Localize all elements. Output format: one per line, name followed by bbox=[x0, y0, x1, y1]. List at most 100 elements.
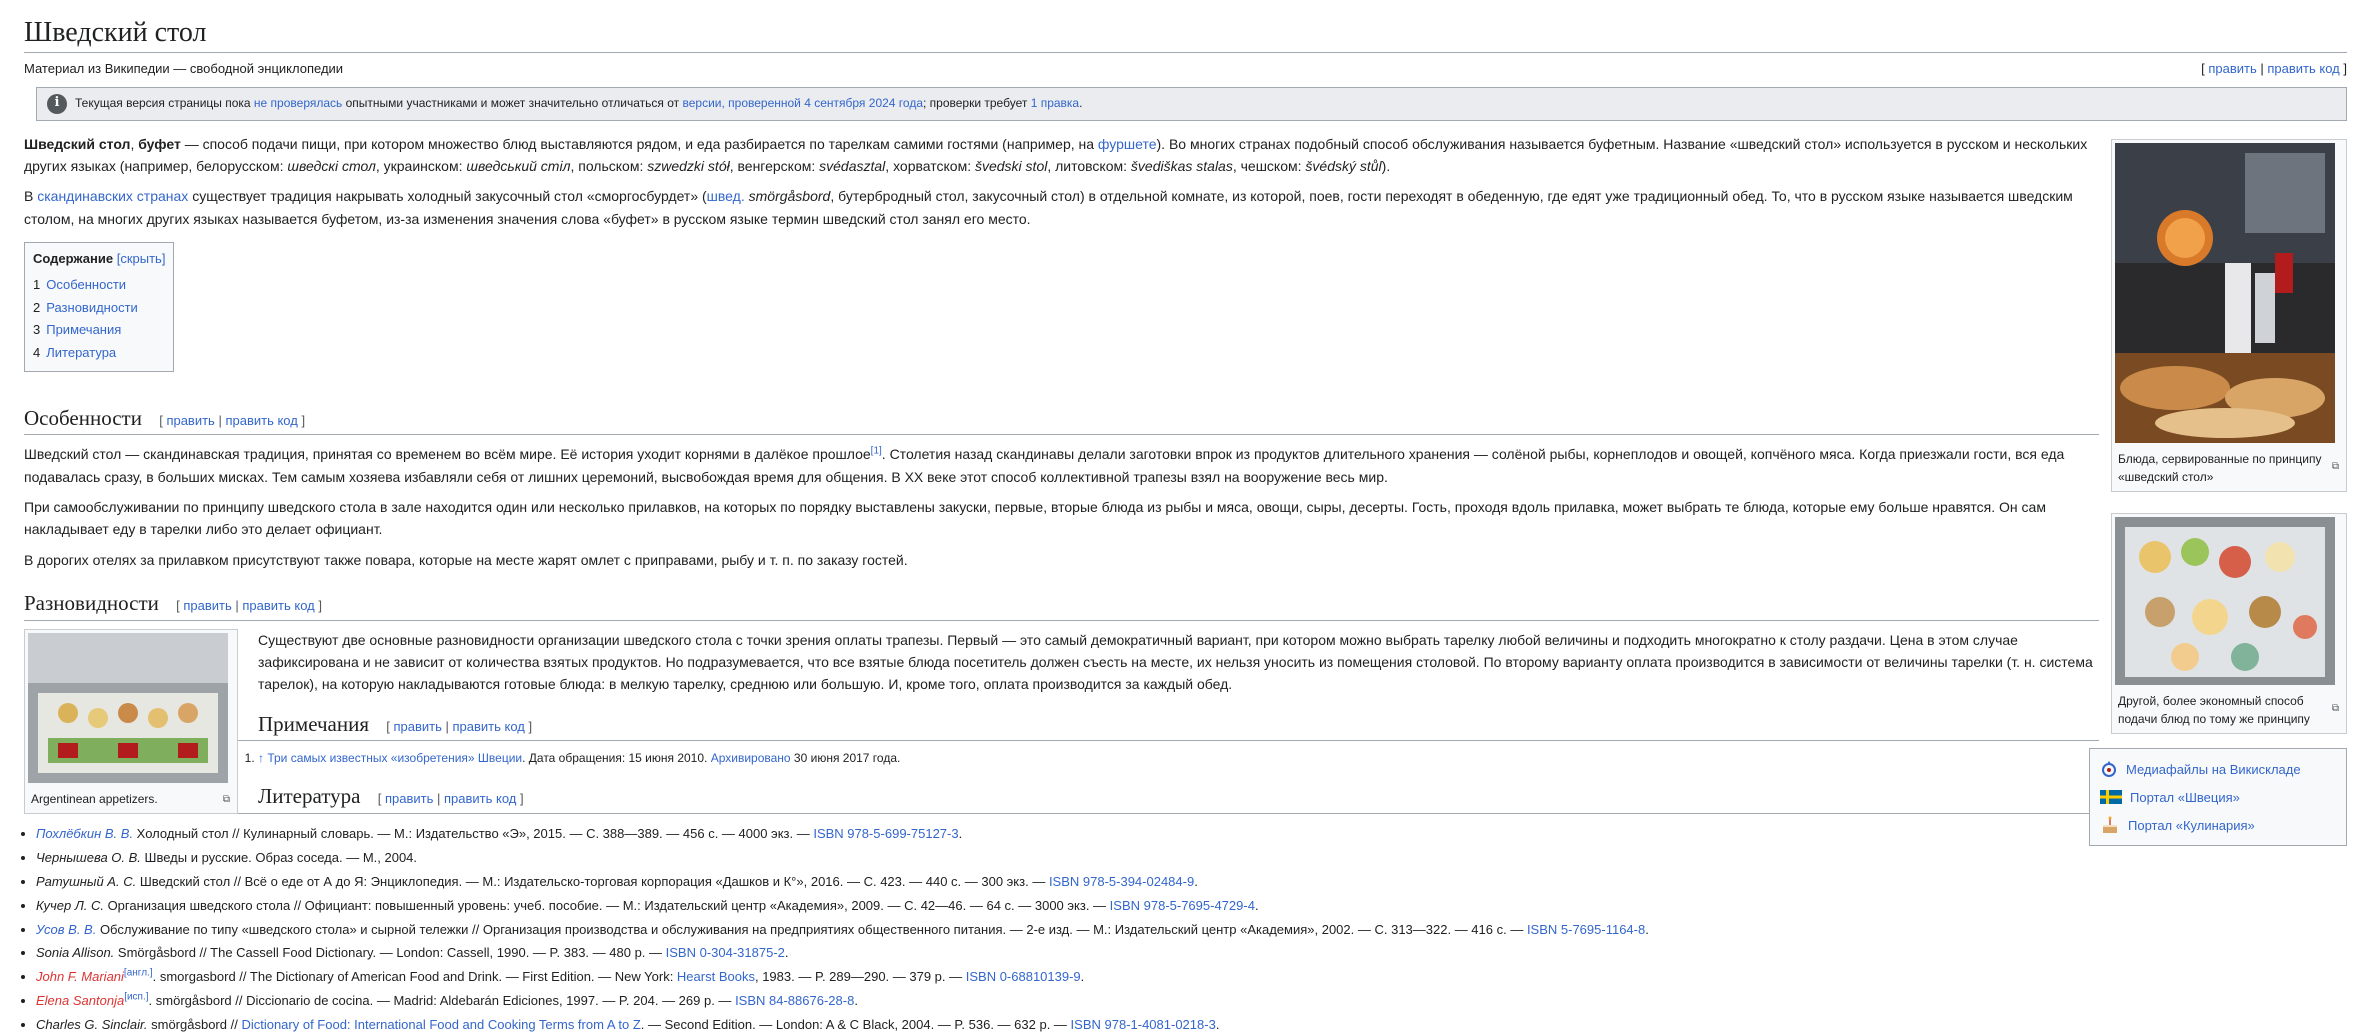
foreign-term: švedski stol bbox=[974, 157, 1048, 174]
portal-commons[interactable]: Медиафайлы на Викискладе bbox=[2100, 755, 2336, 783]
edit-link[interactable]: править bbox=[2208, 61, 2256, 76]
intro-paragraph-1: Шведский стол, буфет — способ подачи пищ… bbox=[24, 133, 2099, 178]
toc-link[interactable]: Разновидности bbox=[46, 300, 138, 315]
toc-item[interactable]: 1 Особенности bbox=[33, 274, 165, 297]
reference-link[interactable]: Три самых известных «изобретения» Швеции bbox=[267, 751, 522, 765]
isbn-link[interactable]: ISBN 0-68810139-9 bbox=[966, 969, 1081, 984]
toc-num: 3 bbox=[33, 322, 41, 338]
isbn-link[interactable]: ISBN 978-5-394-02484-9 bbox=[1049, 874, 1194, 889]
heading-text: Особенности bbox=[24, 405, 142, 430]
separator: | bbox=[214, 412, 226, 428]
edit-link[interactable]: править bbox=[385, 791, 433, 806]
toc-link[interactable]: Литература bbox=[46, 345, 116, 360]
subtitle-row: Материал из Википедии — свободной энцикл… bbox=[24, 59, 2347, 80]
interwiki-link[interactable]: [исп.] bbox=[124, 992, 148, 1003]
enlarge-icon[interactable]: ⧉ bbox=[2332, 460, 2339, 475]
thumb-buffet-1: Блюда, сервированные по принципу «шведск… bbox=[2111, 139, 2347, 493]
pending-edit-link[interactable]: 1 правка bbox=[1031, 96, 1079, 110]
portal-link[interactable]: Портал «Кулинария» bbox=[2128, 819, 2255, 832]
section-heading-raznovidnosti: Разновидности [ править | править код ] bbox=[24, 589, 2099, 621]
toc-header: Содержание [скрыть] bbox=[33, 249, 165, 270]
portal-cooking[interactable]: Портал «Кулинария» bbox=[2100, 811, 2336, 839]
section-edit-links: [ править | править код ] bbox=[386, 719, 532, 734]
separator: | bbox=[231, 598, 243, 614]
edit-link[interactable]: править bbox=[166, 413, 214, 428]
backlink[interactable]: ↑ bbox=[258, 751, 267, 765]
notice-text: Текущая версия страницы пока не проверял… bbox=[75, 94, 1082, 113]
caption-text: Другой, более экономный способ подачи бл… bbox=[2118, 694, 2310, 726]
author[interactable]: Elena Santonja bbox=[36, 993, 124, 1008]
caption-text: Argentinean appetizers. bbox=[31, 791, 158, 806]
literature-item: John F. Mariani[англ.]. smorgasbord // T… bbox=[36, 965, 2099, 989]
footnote-link[interactable]: [1] bbox=[871, 446, 882, 457]
foreign-term: шведскі стол bbox=[287, 157, 376, 174]
author[interactable]: Похлёбкин В. В. bbox=[36, 826, 133, 841]
portal-link[interactable]: Медиафайлы на Викискладе bbox=[2126, 763, 2301, 776]
text: ). bbox=[1381, 157, 1391, 174]
isbn-link[interactable]: ISBN 84-88676-28-8 bbox=[735, 993, 854, 1008]
toc-toggle-button[interactable]: [скрыть] bbox=[117, 251, 166, 266]
enlarge-icon[interactable]: ⧉ bbox=[2332, 702, 2339, 717]
foreign-term: švédský stůl bbox=[1305, 157, 1382, 174]
author[interactable]: Усов В. В. bbox=[36, 922, 96, 937]
toc-item[interactable]: 3 Примечания bbox=[33, 319, 165, 342]
toc-title: Содержание bbox=[33, 251, 114, 267]
text: . — Second Edition. — London: A & C Blac… bbox=[640, 1016, 1071, 1032]
edit-code-link[interactable]: править код bbox=[242, 598, 314, 613]
toc-num: 2 bbox=[33, 299, 41, 315]
toc-link[interactable]: Примечания bbox=[46, 322, 121, 337]
page-title: Шведский стол bbox=[24, 0, 2347, 53]
edit-code-link[interactable]: править код bbox=[2267, 61, 2339, 76]
toc-link[interactable]: Особенности bbox=[46, 277, 126, 292]
osob-paragraph-1: Шведский стол — скандинавская традиция, … bbox=[24, 443, 2099, 488]
edit-code-link[interactable]: править код bbox=[225, 413, 297, 428]
reviewed-version-link[interactable]: версии, проверенной 4 сентября 2024 года bbox=[682, 96, 923, 110]
isbn-link[interactable]: ISBN 0-304-31875-2 bbox=[666, 945, 785, 960]
review-notice: i Текущая версия страницы пока не провер… bbox=[36, 86, 2347, 121]
edit-link[interactable]: править bbox=[183, 598, 231, 613]
text: , хорватском: bbox=[885, 157, 975, 174]
literature-list: Похлёбкин В. В. Холодный стол // Кулинар… bbox=[24, 822, 2099, 1036]
edit-code-link[interactable]: править код bbox=[444, 791, 516, 806]
unreviewed-link[interactable]: не проверялась bbox=[254, 96, 342, 110]
text: . bbox=[1215, 1016, 1220, 1032]
portal-sweden[interactable]: Портал «Швеция» bbox=[2100, 783, 2336, 811]
text: существует традиция накрывать холодный з… bbox=[188, 188, 707, 205]
text: , литовском: bbox=[1047, 157, 1131, 174]
buffet-photo-2[interactable] bbox=[2115, 517, 2335, 685]
osob-paragraph-3: В дорогих отелях за прилавком присутству… bbox=[24, 551, 908, 568]
isbn-link[interactable]: ISBN 978-1-4081-0218-3 bbox=[1071, 1017, 1216, 1032]
portal-link[interactable]: Портал «Швеция» bbox=[2130, 791, 2240, 804]
publisher-link[interactable]: Dictionary of Food: International Food a… bbox=[241, 1017, 640, 1032]
section-heading-osobennosti: Особенности [ править | править код ] bbox=[24, 404, 2099, 436]
separator: | bbox=[441, 718, 453, 734]
swedish-lang-link[interactable]: швед. bbox=[707, 188, 745, 204]
literature-item: Ратушный А. С. Шведский стол // Всё о ед… bbox=[36, 870, 2099, 894]
furshet-link[interactable]: фуршете bbox=[1098, 136, 1157, 152]
razn-paragraph: Существуют две основные разновидности ор… bbox=[258, 631, 2093, 693]
appetizers-photo[interactable] bbox=[28, 632, 228, 783]
bracket: [ bbox=[386, 718, 394, 734]
intro-paragraph-2: В скандинавских странах существует тради… bbox=[24, 185, 2099, 230]
author: Кучер Л. С. bbox=[36, 897, 104, 913]
edit-code-link[interactable]: править код bbox=[453, 719, 525, 734]
enlarge-icon[interactable]: ⧉ bbox=[223, 793, 230, 808]
toc-item[interactable]: 4 Литература bbox=[33, 342, 165, 365]
buffet-photo-1[interactable] bbox=[2115, 143, 2335, 443]
isbn-link[interactable]: ISBN 978-5-699-75127-3 bbox=[813, 826, 958, 841]
reference-item: ↑ Три самых известных «изобретения» Швец… bbox=[46, 749, 2099, 768]
info-icon: i bbox=[47, 93, 67, 114]
toc-item[interactable]: 2 Разновидности bbox=[33, 297, 165, 320]
notice-part: . bbox=[1079, 96, 1083, 110]
publisher-link[interactable]: Hearst Books bbox=[677, 969, 755, 984]
interwiki-link[interactable]: [англ.] bbox=[124, 968, 153, 979]
isbn-link[interactable]: ISBN 5-7695-1164-8 bbox=[1527, 922, 1645, 937]
edit-link[interactable]: править bbox=[394, 719, 442, 734]
scandinavia-link[interactable]: скандинавских странах bbox=[37, 188, 188, 204]
text: Обслуживание по типу «шведского стола» и… bbox=[96, 921, 1527, 937]
archive-link[interactable]: Архивировано bbox=[711, 751, 791, 765]
article: Шведский стол Материал из Википедии — св… bbox=[24, 0, 2347, 1036]
author[interactable]: John F. Mariani bbox=[36, 969, 124, 984]
text: . smörgåsbord // Diccionario de cocina. … bbox=[148, 992, 736, 1008]
isbn-link[interactable]: ISBN 978-5-7695-4729-4 bbox=[1110, 898, 1255, 913]
